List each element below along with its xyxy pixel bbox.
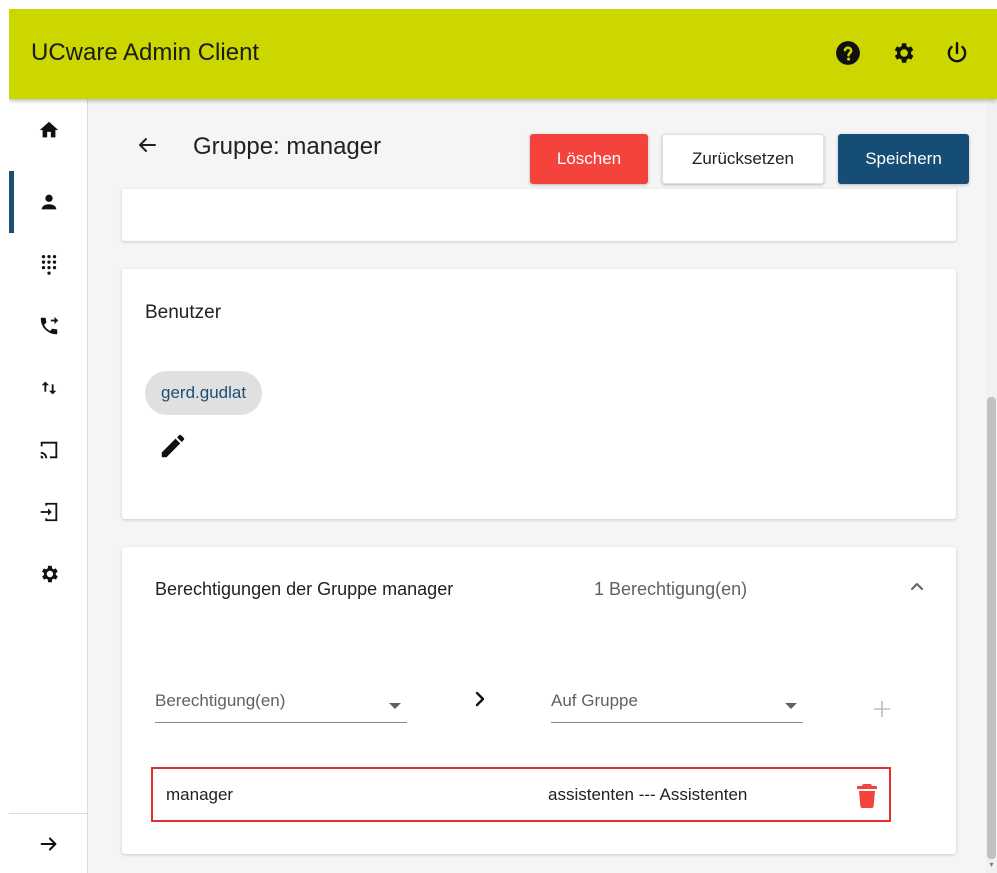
add-icon[interactable] [870,697,894,721]
permissions-count: 1 Berechtigung(en) [594,579,748,599]
dropdown-caret-icon [389,703,401,709]
cast-icon [40,441,57,459]
sidebar-item-cast[interactable] [9,419,88,481]
general-card [122,189,956,241]
target-group-select[interactable]: Auf Gruppe [551,681,803,723]
permission-row-target: assistenten --- Assistenten [548,785,748,804]
dialpad-icon [41,255,56,275]
sidebar-item-settings[interactable] [9,543,88,605]
app-window: UCware Admin Client Gruppe: manager Lösc… [9,9,997,873]
sidebar [9,99,88,873]
settings-icon [41,565,58,583]
sidebar-item-users[interactable] [9,171,88,233]
sidebar-item-dialpad[interactable] [9,233,88,295]
help-icon[interactable] [834,39,862,67]
target-group-select-placeholder: Auf Gruppe [551,691,638,710]
permission-select-placeholder: Berechtigung(en) [155,691,286,710]
save-button[interactable]: Speichern [838,134,969,184]
arrow-right-icon [40,836,56,851]
sidebar-item-call-forwarding[interactable] [9,295,88,357]
edit-icon[interactable] [158,431,188,461]
page-title: Gruppe: manager [193,133,382,160]
users-card: Benutzer gerd.gudlat [122,269,956,519]
permissions-card-title: Berechtigungen der Gruppe manager [155,579,454,599]
permission-row: manager assistenten --- Assistenten [151,767,891,822]
back-arrow-icon[interactable] [135,133,159,157]
users-card-title: Benutzer [145,302,222,323]
trash-icon[interactable] [855,782,879,808]
user-chip[interactable]: gerd.gudlat [145,371,263,415]
swap-vert-icon [41,381,56,395]
app-title: UCware Admin Client [31,39,260,66]
dropdown-caret-icon [785,703,797,709]
power-icon[interactable] [943,39,971,67]
phone-forward-icon [40,316,58,335]
chevron-up-icon[interactable] [905,575,929,599]
reset-button[interactable]: Zurücksetzen [662,134,824,184]
sidebar-item-transfer[interactable] [9,357,88,419]
vertical-scrollbar[interactable]: ▾ [986,99,997,873]
scrollbar-thumb[interactable] [987,397,996,859]
sidebar-expand-button[interactable] [9,813,88,873]
permission-row-permission: manager [166,785,234,804]
permissions-card: Berechtigungen der Gruppe manager 1 Bere… [122,547,956,854]
sidebar-item-home[interactable] [9,99,88,161]
top-bar: UCware Admin Client [9,9,997,99]
main-content: Gruppe: manager Löschen Zurücksetzen Spe… [89,99,997,873]
chevron-right-icon [475,691,485,707]
settings-icon[interactable] [889,39,917,67]
user-icon [41,194,56,210]
home-icon [39,121,58,138]
delete-button[interactable]: Löschen [530,134,648,184]
login-icon [40,502,57,522]
permission-select[interactable]: Berechtigung(en) [155,681,407,723]
sidebar-item-login[interactable] [9,481,88,543]
scroll-down-arrow-icon[interactable]: ▾ [988,861,995,869]
